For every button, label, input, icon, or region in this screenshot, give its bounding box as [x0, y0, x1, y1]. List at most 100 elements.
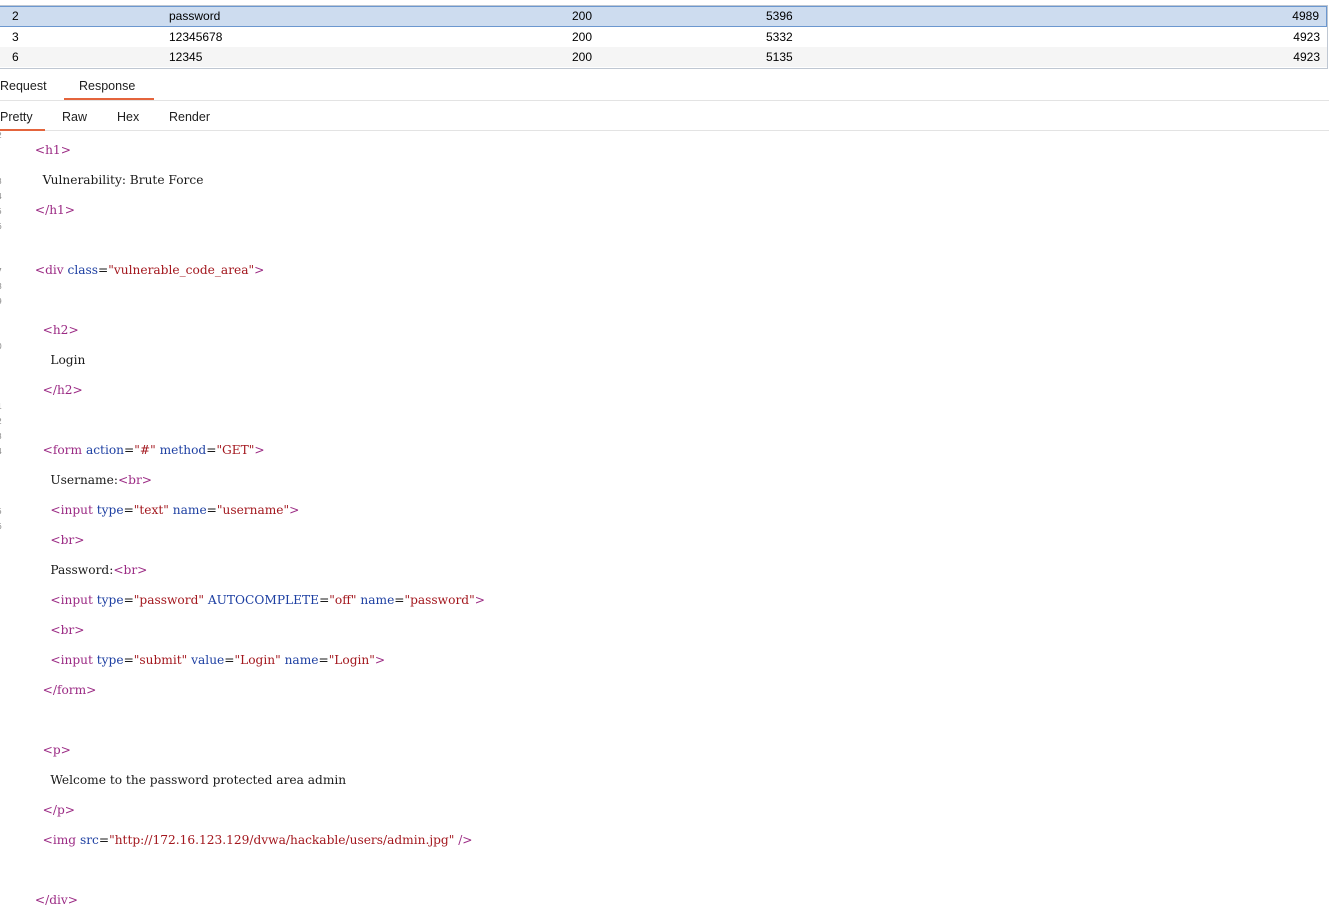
tag-end: >: [374, 653, 386, 667]
tab-raw[interactable]: Raw: [62, 101, 87, 129]
type-attribute: type: [96, 503, 124, 517]
src-value: "http://172.16.123.129/dvwa/hackable/use…: [109, 833, 455, 847]
code-line: <p>: [0, 743, 485, 758]
code-line: <br>: [0, 533, 485, 548]
results-table: 2 password 200 5396 4989 3 12345678 200 …: [0, 5, 1328, 69]
code-line: <h2>: [0, 323, 485, 338]
status-cell: 200: [572, 50, 593, 64]
code-line: Login: [0, 353, 485, 368]
code-line: <form action="#" method="GET">: [42, 443, 265, 457]
tag-end: >: [474, 593, 485, 607]
code-line: </form>: [0, 683, 485, 698]
table-row[interactable]: 2 password 200 5396 4989: [0, 6, 1327, 27]
tab-response[interactable]: Response: [64, 70, 154, 100]
code-line: <br>: [0, 623, 485, 638]
status-cell: 200: [572, 30, 593, 44]
length-cell: 5135: [766, 50, 793, 64]
p-open-tag: <p>: [42, 743, 71, 757]
class-attribute: class: [67, 263, 99, 277]
action-value: "#": [134, 443, 156, 457]
form-close-tag: </form>: [42, 683, 97, 697]
code-line: <input type="submit" value="Login" name=…: [50, 653, 386, 667]
name-attribute: name: [284, 653, 319, 667]
div-close-tag: </div>: [34, 893, 78, 907]
code-line: Username:<br>: [0, 473, 485, 488]
username-label-text: Username:: [50, 473, 118, 487]
code-line: <input type="password" AUTOCOMPLETE="off…: [50, 593, 485, 607]
tag-self-close: />: [458, 833, 473, 847]
code-line: Vulnerability: Brute Force: [0, 173, 485, 188]
code-line: </p>: [0, 803, 485, 818]
input-tag: <input: [50, 503, 93, 517]
method-value: "GET": [216, 443, 255, 457]
code-line: </div>: [0, 893, 485, 908]
last-column-cell: 4989: [1292, 9, 1319, 23]
name-attribute: name: [172, 503, 207, 517]
tab-pretty[interactable]: Pretty: [0, 101, 45, 131]
code-line: </h2>: [0, 383, 485, 398]
br-tag: <br>: [113, 563, 148, 577]
type-value: "password": [133, 593, 204, 607]
code-line: <h1>: [0, 143, 485, 158]
length-cell: 5332: [766, 30, 793, 44]
name-attribute: name: [360, 593, 395, 607]
payload-cell: 12345: [169, 50, 203, 64]
request-number: 2: [12, 9, 19, 23]
h1-open-tag: <h1>: [34, 143, 71, 157]
table-row[interactable]: 6 12345 200 5135 4923: [0, 47, 1327, 67]
br-tag: <br>: [117, 473, 152, 487]
h2-open-tag: <h2>: [42, 323, 79, 337]
code-line: Welcome to the password protected area a…: [0, 773, 485, 788]
form-open-tag: <form: [42, 443, 83, 457]
type-value: "text": [133, 503, 169, 517]
welcome-text: Welcome to the password protected area a…: [50, 773, 347, 787]
name-value: "password": [404, 593, 475, 607]
tag-end: >: [254, 263, 265, 277]
h2-close-tag: </h2>: [42, 383, 83, 397]
type-value: "submit": [133, 653, 188, 667]
request-number: 3: [12, 30, 19, 44]
action-attribute: action: [85, 443, 125, 457]
tag-end: >: [289, 503, 300, 517]
img-tag: <img: [42, 833, 77, 847]
h1-text: Vulnerability: Brute Force: [42, 173, 204, 187]
response-body-viewer[interactable]: <h1> Vulnerability: Brute Force </h1> <d…: [0, 128, 485, 923]
code-line: </h1>: [0, 203, 485, 218]
payload-cell: password: [169, 9, 221, 23]
last-column-cell: 4923: [1293, 50, 1320, 64]
code-line: <div class="vulnerable_code_area">: [34, 263, 265, 277]
name-value: "Login": [328, 653, 375, 667]
code-line: Password:<br>: [0, 563, 485, 578]
class-value: "vulnerable_code_area": [108, 263, 255, 277]
tab-request[interactable]: Request: [0, 70, 47, 98]
value-attribute: value: [191, 653, 225, 667]
method-attribute: method: [159, 443, 207, 457]
src-attribute: src: [79, 833, 99, 847]
length-cell: 5396: [766, 9, 793, 23]
last-column-cell: 4923: [1293, 30, 1320, 44]
password-label-text: Password:: [50, 563, 114, 577]
payload-cell: 12345678: [169, 30, 223, 44]
code-line: <img src="http://172.16.123.129/dvwa/hac…: [42, 833, 473, 847]
request-number: 6: [12, 50, 19, 64]
input-tag: <input: [50, 593, 93, 607]
div-open-tag: <div: [34, 263, 64, 277]
autocomplete-value: "off": [329, 593, 357, 607]
h1-close-tag: </h1>: [34, 203, 76, 217]
br-tag: <br>: [50, 533, 85, 547]
tab-hex[interactable]: Hex: [117, 101, 139, 129]
value-value: "Login": [234, 653, 281, 667]
type-attribute: type: [96, 653, 124, 667]
br-tag: <br>: [50, 623, 85, 637]
tab-render[interactable]: Render: [169, 101, 210, 129]
tag-end: >: [254, 443, 265, 457]
p-close-tag: </p>: [42, 803, 75, 817]
request-response-tabs: Request Response: [0, 70, 1329, 101]
status-cell: 200: [572, 9, 593, 23]
table-row[interactable]: 3 12345678 200 5332 4923: [0, 27, 1327, 47]
type-attribute: type: [96, 593, 124, 607]
